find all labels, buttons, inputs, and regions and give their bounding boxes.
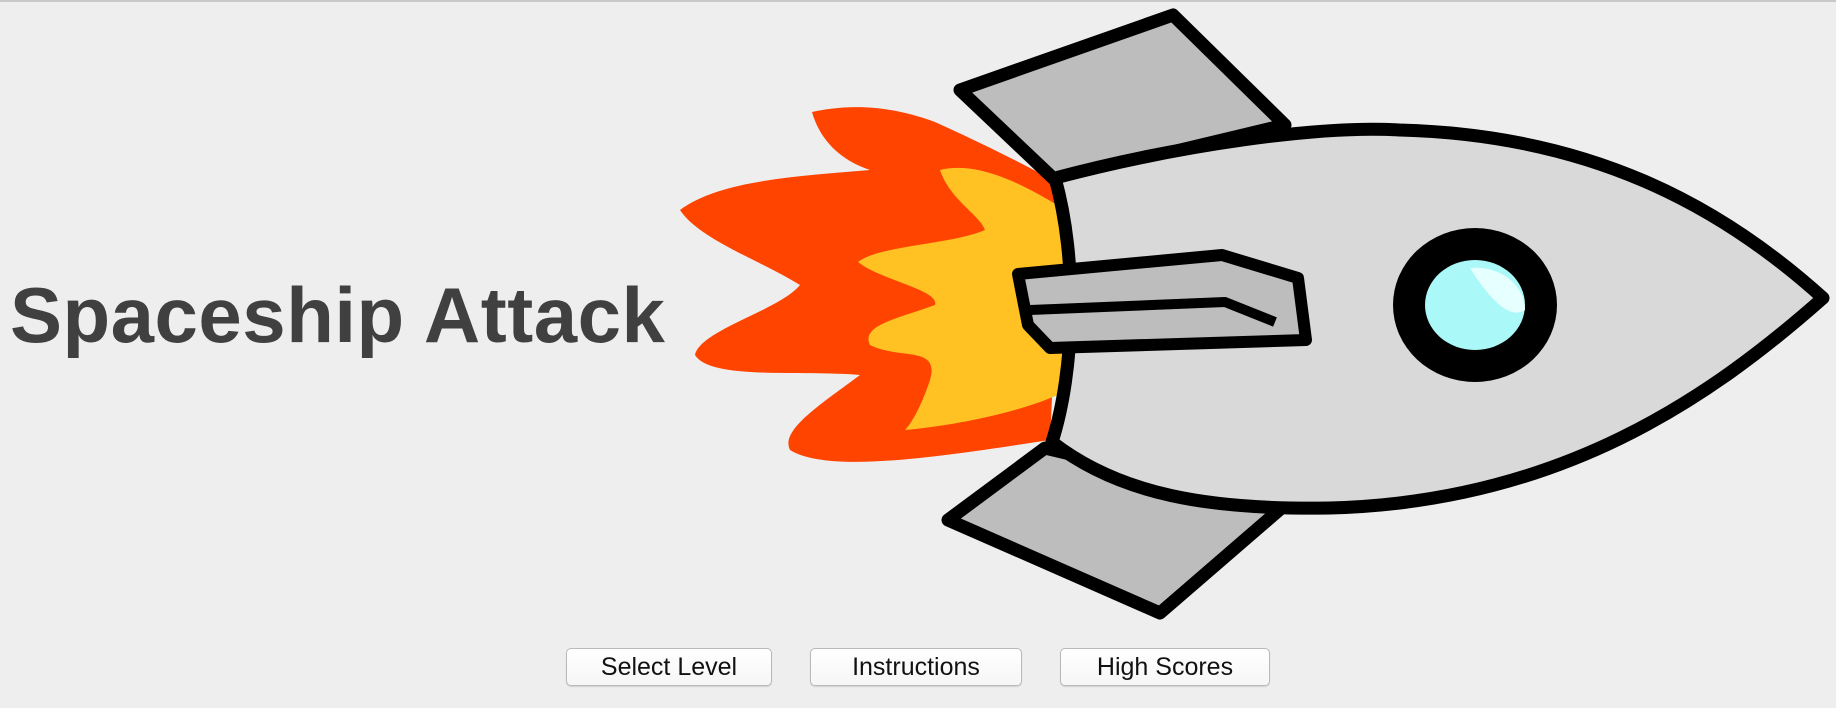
flame-inner bbox=[858, 167, 1068, 430]
rocket-top-fin bbox=[953, 8, 1292, 187]
instructions-button[interactable]: Instructions bbox=[810, 648, 1022, 686]
rocket-bottom-fin bbox=[941, 441, 1292, 620]
rocket-side-fin-highlight bbox=[1029, 297, 1277, 327]
rocket-window-frame bbox=[1393, 228, 1557, 382]
high-scores-button[interactable]: High Scores bbox=[1060, 648, 1270, 686]
rocket-body bbox=[1045, 122, 1830, 515]
window-top-border bbox=[0, 0, 1836, 2]
menu-button-row: Select Level Instructions High Scores bbox=[0, 648, 1836, 688]
flame-outer bbox=[680, 107, 1062, 462]
rocket-side-fin bbox=[1012, 249, 1312, 354]
rocket-window-glass bbox=[1425, 260, 1525, 350]
rocket-window-shine bbox=[1470, 267, 1525, 313]
select-level-button[interactable]: Select Level bbox=[566, 648, 772, 686]
game-title: Spaceship Attack bbox=[10, 271, 666, 359]
